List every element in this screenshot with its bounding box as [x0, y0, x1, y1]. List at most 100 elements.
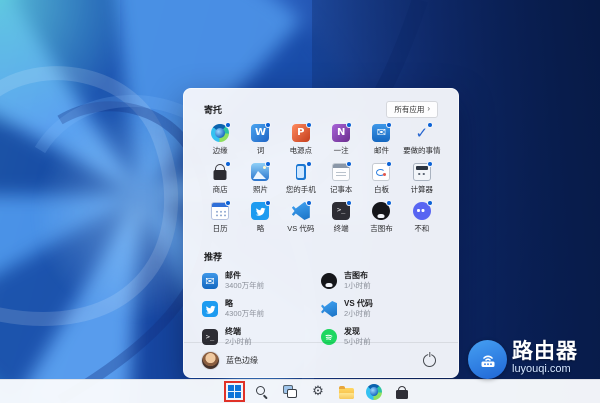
app-icon-wrap: W — [251, 124, 269, 142]
app-icon-wrap — [413, 163, 431, 181]
recommended-icon-wrap — [321, 301, 337, 317]
app-tile-github[interactable]: 吉图布 — [361, 202, 401, 241]
app-icon-wrap — [292, 163, 310, 181]
app-icon-wrap: N — [332, 124, 350, 142]
app-tile-photos[interactable]: 照片 — [240, 163, 280, 202]
update-badge — [306, 122, 312, 128]
update-badge — [427, 200, 433, 206]
power-button[interactable] — [423, 354, 436, 367]
app-tile-vscode[interactable]: VS 代码 — [281, 202, 321, 241]
app-tile-whiteboard[interactable]: 白板 — [361, 163, 401, 202]
annotation-highlight-box — [224, 381, 245, 402]
user-profile-button[interactable]: 蓝色边缘 — [202, 352, 258, 369]
update-badge — [386, 200, 392, 206]
all-apps-label: 所有应用 — [394, 104, 424, 115]
update-badge — [306, 200, 312, 206]
app-label: 计算器 — [411, 184, 434, 195]
app-tile-word[interactable]: W词 — [240, 124, 280, 163]
update-badge — [386, 161, 392, 167]
watermark-text: 路由器 luyouqi.com — [512, 340, 578, 376]
app-tile-todo[interactable]: ✓要做的事情 — [402, 124, 442, 163]
recommended-icon-wrap — [321, 273, 337, 289]
app-tile-calendar[interactable]: 日历 — [200, 202, 240, 241]
app-tile-onenote[interactable]: N一注 — [321, 124, 361, 163]
user-name: 蓝色边缘 — [226, 355, 258, 366]
app-icon-wrap — [211, 163, 229, 181]
twitter-icon — [202, 301, 218, 317]
app-tile-notepad[interactable]: 记事本 — [321, 163, 361, 202]
recommended-timestamp: 2小时前 — [344, 309, 373, 318]
settings-button[interactable]: ⚙ — [309, 382, 328, 401]
app-label: 商店 — [213, 184, 228, 195]
watermark-site-url: luyouqi.com — [512, 363, 578, 376]
app-tile-mail[interactable]: ✉邮件 — [361, 124, 401, 163]
taskview-icon — [283, 385, 297, 398]
update-badge — [225, 161, 231, 167]
app-tile-phone[interactable]: 您的手机 — [281, 163, 321, 202]
app-label: 终端 — [334, 223, 349, 234]
update-badge — [346, 161, 352, 167]
app-tile-calculator[interactable]: 计算器 — [402, 163, 442, 202]
app-tile-edge[interactable]: 边缘 — [200, 124, 240, 163]
phone-icon — [296, 164, 306, 180]
pinned-header: 寄托 所有应用 › — [200, 101, 442, 117]
recommended-item-mail[interactable]: ✉邮件3400万年前 — [202, 267, 321, 295]
edge-icon — [366, 384, 382, 400]
recommended-name: 终端 — [225, 327, 252, 337]
app-label: 您的手机 — [286, 184, 316, 195]
update-badge — [427, 122, 433, 128]
task-view-button[interactable] — [281, 382, 300, 401]
edge-button[interactable] — [365, 382, 384, 401]
app-label: 白板 — [374, 184, 389, 195]
app-tile-twitter[interactable]: 略 — [240, 202, 280, 241]
recommended-timestamp: 3400万年前 — [225, 281, 264, 290]
taskbar-icon-row: ⚙ — [225, 382, 412, 401]
all-apps-button[interactable]: 所有应用 › — [386, 101, 438, 118]
app-icon-wrap: P — [292, 124, 310, 142]
app-icon-wrap: >_ — [332, 202, 350, 220]
recommended-item-github[interactable]: 吉图布1小时前 — [321, 267, 440, 295]
file-explorer-button[interactable] — [337, 382, 356, 401]
recommended-icon-wrap — [202, 301, 218, 317]
app-label: 记事本 — [330, 184, 353, 195]
app-label: 不和 — [414, 223, 429, 234]
recommended-timestamp: 1小时前 — [344, 281, 371, 290]
search-button[interactable] — [253, 382, 272, 401]
recommended-item-twitter[interactable]: 略4300万年前 — [202, 295, 321, 323]
app-icon-wrap — [251, 163, 269, 181]
update-badge — [346, 200, 352, 206]
app-tile-discord[interactable]: 不和 — [402, 202, 442, 241]
recommended-text: 邮件3400万年前 — [225, 271, 264, 290]
storebag-icon — [396, 386, 408, 399]
update-badge — [265, 122, 271, 128]
start-button[interactable] — [225, 382, 244, 401]
recommended-name: 邮件 — [225, 271, 264, 281]
recommended-name: 发现 — [344, 327, 371, 337]
recommended-grid: ✉邮件3400万年前吉图布1小时前略4300万年前VS 代码2小时前>_终端2小… — [200, 267, 442, 351]
explorer-icon — [339, 388, 354, 399]
app-label: 吉图布 — [370, 223, 393, 234]
app-tile-powerpoint[interactable]: P 电源点 — [281, 124, 321, 163]
site-watermark: 路由器 luyouqi.com — [468, 340, 578, 379]
router-logo-icon — [468, 340, 507, 379]
recommended-name: 吉图布 — [344, 271, 371, 281]
app-icon-wrap: ✓ — [413, 124, 431, 142]
update-badge — [306, 161, 312, 167]
update-badge — [265, 200, 271, 206]
pinned-title: 寄托 — [204, 103, 222, 116]
app-label: 日历 — [213, 223, 228, 234]
app-label: 电源点 — [290, 145, 313, 156]
recommended-name: VS 代码 — [344, 299, 373, 309]
app-icon-wrap — [211, 202, 229, 220]
app-tile-store[interactable]: 商店 — [200, 163, 240, 202]
app-icon-wrap — [372, 163, 390, 181]
pinned-grid: 边缘W词 P 电源点 N一注✉邮件✓要做的事情商店 照片您的手机 记事本 白板 计算器日历 略 V… — [200, 124, 442, 241]
app-label: VS 代码 — [287, 223, 314, 234]
app-tile-terminal[interactable]: >_ 终端 — [321, 202, 361, 241]
recommended-name: 略 — [225, 299, 264, 309]
app-icon-wrap — [413, 202, 431, 220]
update-badge — [225, 122, 231, 128]
app-label: 略 — [257, 223, 265, 234]
recommended-item-vscode[interactable]: VS 代码2小时前 — [321, 295, 440, 323]
store-button[interactable] — [393, 382, 412, 401]
